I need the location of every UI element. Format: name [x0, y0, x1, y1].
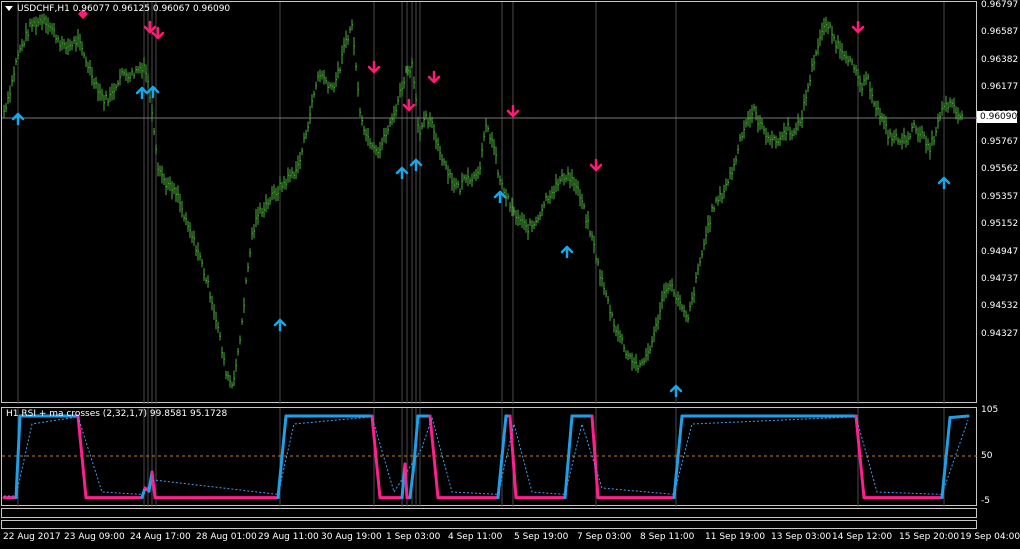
down-arrow-icon	[851, 20, 865, 34]
time-tick-label: 8 Sep 11:00	[640, 532, 695, 542]
sell-signal	[589, 158, 603, 172]
rsi-segment	[276, 414, 288, 500]
price-tick-label: 0.96177	[981, 82, 1019, 93]
time-tick-label: 24 Aug 17:00	[130, 532, 191, 542]
sell-signal	[506, 104, 520, 118]
down-arrow-icon	[506, 104, 520, 118]
rsi-segment	[672, 414, 684, 500]
rsi-segment	[563, 414, 574, 500]
price-tick-label: 0.96797	[981, 0, 1019, 10]
time-tick-label: 14 Sep 12:00	[832, 532, 893, 542]
dropdown-triangle-icon[interactable]	[5, 6, 13, 11]
price-tick-label: 0.94947	[981, 246, 1019, 257]
indicator-info: H1 RSI + ma crosses (2,32,1,7) 99.8581 9…	[6, 409, 228, 419]
down-arrow-icon	[589, 158, 603, 172]
buy-signal	[11, 112, 25, 126]
sell-signal	[851, 20, 865, 34]
time-tick-label: 30 Aug 19:00	[321, 532, 382, 542]
price-tick-label: 0.95152	[981, 219, 1019, 230]
rsi-segment	[940, 416, 952, 500]
buy-signal	[669, 384, 683, 398]
buy-signal	[273, 318, 287, 332]
sell-signal	[151, 26, 165, 40]
price-chart-pane[interactable]	[1, 1, 978, 404]
rsi-segment	[948, 414, 970, 420]
rsi-segment	[370, 414, 382, 500]
up-arrow-icon	[937, 176, 951, 190]
buy-signal	[135, 86, 149, 100]
down-arrow-icon	[151, 26, 165, 40]
sell-signal	[367, 60, 381, 74]
indicator-tick-label: 105	[981, 405, 999, 415]
price-tick-label: 0.94327	[981, 328, 1019, 339]
time-tick-label: 28 Aug 01:00	[196, 532, 257, 542]
price-tick-label: 0.95767	[981, 137, 1019, 147]
current-price-label: 0.96090	[977, 111, 1017, 123]
price-tick-label: 0.95562	[981, 164, 1019, 175]
rsi-segment	[590, 414, 600, 500]
price-tick-label: 0.95357	[981, 191, 1019, 202]
buy-signal	[395, 166, 409, 180]
time-tick-label: 23 Aug 09:00	[64, 532, 125, 542]
symbol-info[interactable]: USDCHF,H1 0.96077 0.96125 0.96067 0.9609…	[5, 4, 230, 14]
time-tick-label: 5 Sep 19:00	[514, 532, 569, 542]
indicator-tick-label: 50	[981, 451, 993, 461]
up-arrow-icon	[669, 384, 683, 398]
time-tick-label: 4 Sep 11:00	[448, 532, 503, 542]
time-tick-label: 15 Sep 20:00	[899, 532, 960, 542]
buy-signal	[560, 245, 574, 259]
sell-signal	[143, 20, 157, 34]
down-arrow-icon	[143, 20, 157, 34]
empty-subwindow-2[interactable]	[1, 520, 977, 529]
time-tick-label: 11 Sep 19:00	[705, 532, 766, 542]
price-tick-label: 0.94737	[981, 274, 1019, 284]
time-tick-label: 22 Aug 2017	[3, 532, 61, 542]
indicator-tick-label: -5	[981, 496, 990, 506]
buy-signal	[937, 176, 951, 190]
sell-signal	[427, 70, 441, 84]
time-tick-label: 1 Sep 03:00	[386, 532, 441, 542]
down-arrow-icon	[367, 60, 381, 74]
ohlc-values: 0.96077 0.96125 0.96067 0.96090	[72, 4, 231, 14]
time-tick-label: 7 Sep 03:00	[577, 532, 632, 542]
empty-subwindow-1[interactable]	[1, 508, 977, 518]
up-arrow-icon	[11, 112, 25, 126]
up-arrow-icon	[135, 86, 149, 100]
price-tick-label: 0.96382	[981, 54, 1019, 65]
rsi-segment	[854, 414, 866, 500]
indicator-pane[interactable]	[1, 407, 978, 507]
down-arrow-icon	[427, 70, 441, 84]
time-tick-label: 13 Sep 03:00	[771, 532, 832, 542]
up-arrow-icon	[273, 318, 287, 332]
price-tick-label: 0.96587	[981, 27, 1019, 38]
time-tick-label: 19 Sep 04:00	[960, 532, 1020, 542]
symbol-name: USDCHF,H1	[17, 4, 70, 14]
up-arrow-icon	[395, 166, 409, 180]
rsi-chart	[2, 408, 978, 507]
rsi-segment	[408, 462, 416, 500]
rsi-segment	[428, 414, 440, 500]
price-tick-label: 0.94532	[981, 301, 1019, 312]
price-chart	[2, 2, 978, 404]
time-tick-label: 29 Aug 11:00	[258, 532, 319, 542]
rsi-segment	[403, 462, 409, 500]
rsi-segment	[14, 414, 22, 500]
up-arrow-icon	[560, 245, 574, 259]
